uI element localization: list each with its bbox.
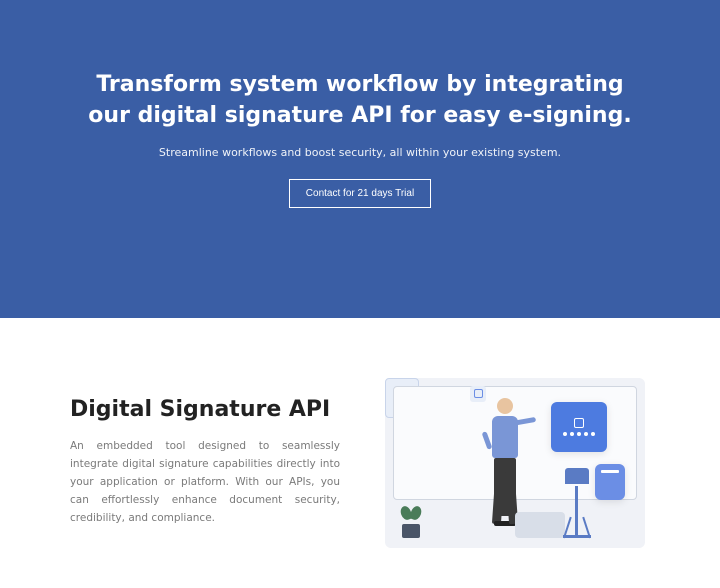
api-section: Digital Signature API An embedded tool d…: [0, 318, 720, 588]
signature-illustration: [385, 378, 645, 548]
illustration-column: [380, 378, 650, 548]
password-card-icon: [551, 402, 607, 452]
section-heading: Digital Signature API: [70, 397, 340, 422]
section-body: An embedded tool designed to seamlessly …: [70, 438, 340, 527]
password-dots-icon: [563, 432, 595, 436]
hero-section: Transform system workflow by integrating…: [0, 0, 720, 318]
lamp-icon: [559, 468, 595, 538]
hero-title: Transform system workflow by integrating…: [80, 70, 640, 132]
mobile-card-icon: [595, 464, 625, 500]
api-text-column: Digital Signature API An embedded tool d…: [70, 397, 340, 527]
plant-icon: [399, 506, 423, 538]
padlock-icon: [574, 418, 584, 428]
sofa-icon: [515, 512, 565, 538]
cta-trial-button[interactable]: Contact for 21 days Trial: [289, 179, 431, 208]
person-figure: [480, 398, 530, 528]
hero-subtitle: Streamline workflows and boost security,…: [40, 146, 680, 159]
